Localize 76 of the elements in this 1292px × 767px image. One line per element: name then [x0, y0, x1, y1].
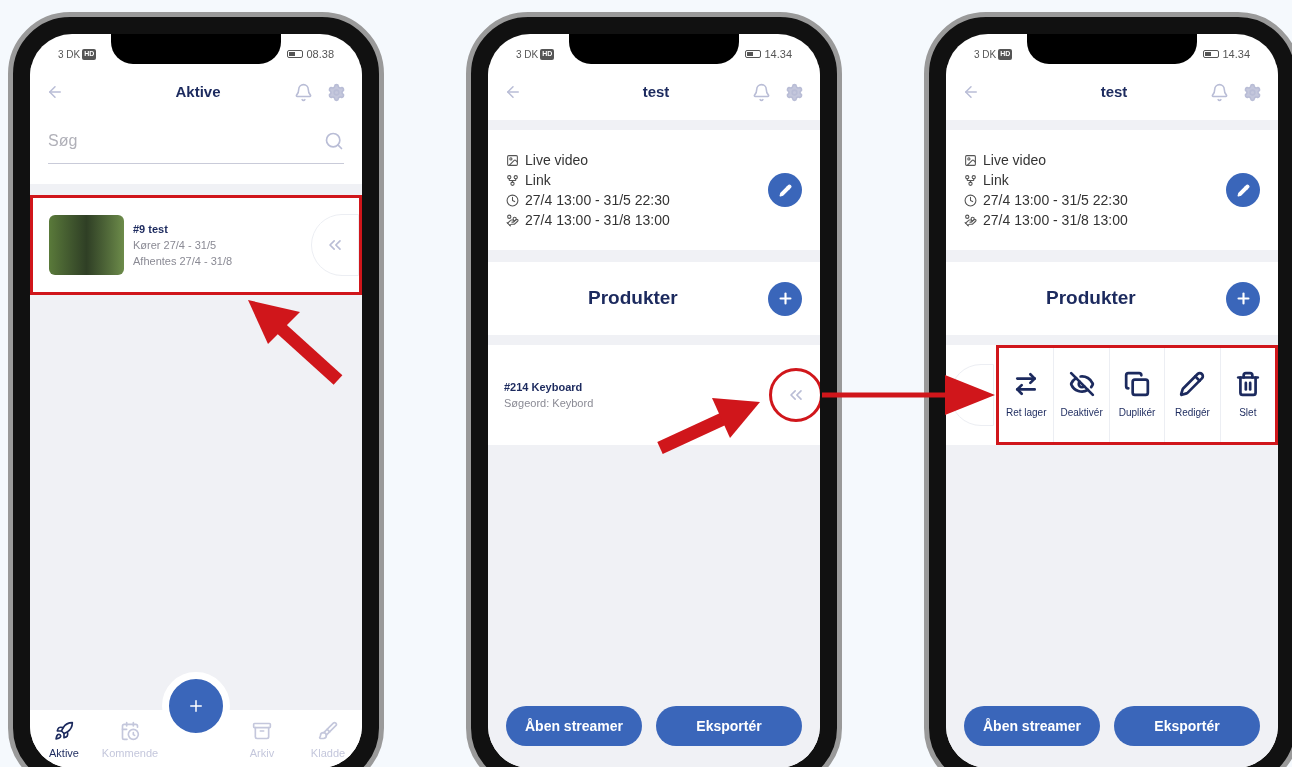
edit-button[interactable] — [768, 173, 802, 207]
info-text: Live video — [525, 150, 589, 170]
clock-time: 14.34 — [764, 46, 792, 62]
edit-button[interactable] — [1226, 173, 1260, 207]
delete-icon — [1234, 370, 1261, 397]
product-keywords: Søgeord: Keybord — [504, 396, 594, 411]
carrier-text: 3 DK — [974, 48, 997, 62]
info-text: 27/4 13:00 - 31/5 22:30 — [983, 190, 1128, 210]
add-button[interactable] — [768, 281, 802, 316]
link-icon — [964, 173, 977, 187]
plus-icon — [776, 290, 794, 307]
info-text: Link — [983, 170, 1009, 190]
bell-icon[interactable] — [1210, 82, 1229, 102]
screen-title: Aktive — [175, 81, 221, 102]
brush-icon — [318, 720, 338, 741]
rocket-icon — [54, 720, 74, 741]
section-title: Produkter — [588, 286, 678, 311]
archive-icon — [252, 720, 272, 741]
info-text: 27/4 13:00 - 31/8 13:00 — [983, 210, 1128, 230]
plus-icon — [1234, 290, 1252, 307]
calendar-icon — [120, 720, 140, 741]
screen-title: test — [642, 81, 670, 102]
pencil-icon — [1236, 183, 1250, 197]
bell-icon[interactable] — [294, 82, 313, 102]
section-title: Produkter — [1046, 286, 1136, 311]
screen-title: test — [1100, 81, 1128, 102]
period-icon — [964, 193, 977, 207]
action-pill-button[interactable]: Åben streamer — [964, 706, 1100, 746]
action-button[interactable]: Deaktivér — [1054, 348, 1110, 442]
bell-icon[interactable] — [752, 82, 771, 102]
swipe-handle[interactable] — [769, 368, 820, 422]
search-icon — [324, 130, 344, 151]
action-button[interactable]: Ret lager — [999, 348, 1055, 442]
carrier-text: 3 DK — [516, 48, 539, 62]
event-title: #9 test — [133, 221, 169, 237]
info-text: 27/4 13:00 - 31/5 22:30 — [525, 190, 670, 210]
clock-time: 08.38 — [306, 46, 334, 62]
edit-icon — [1179, 370, 1206, 397]
battery-icon — [287, 49, 304, 58]
info-text: Live video — [983, 150, 1047, 170]
action-pill-button[interactable]: Eksportér — [656, 706, 802, 746]
settings-icon[interactable] — [327, 82, 346, 102]
back-icon[interactable] — [504, 83, 522, 101]
search-field[interactable]: Søg — [48, 128, 248, 153]
plus-icon — [187, 697, 205, 715]
battery-icon — [745, 49, 762, 58]
add-button[interactable] — [1226, 281, 1260, 316]
copy-icon — [1124, 370, 1150, 397]
clock-time: 14.34 — [1222, 46, 1250, 62]
event-dates: Afhentes 27/4 - 31/8 — [133, 254, 234, 270]
action-button[interactable]: Slet — [1220, 348, 1276, 442]
back-icon[interactable] — [46, 83, 64, 101]
info-text: Link — [525, 170, 551, 190]
battery-icon — [1203, 49, 1220, 58]
event-card[interactable]: #9 test Kører 27/4 - 31/5 Afhentes 27/4 - 31/8 — [30, 195, 362, 295]
video-icon — [964, 153, 977, 167]
nav-tab[interactable]: Aktive — [34, 720, 94, 762]
carrier-text: 3 DK — [58, 48, 81, 62]
product-card[interactable]: #214 Keyboard Søgeord: Keybord — [488, 345, 820, 445]
settings-icon[interactable] — [1243, 82, 1262, 102]
action-pill-button[interactable]: Eksportér — [1114, 706, 1260, 746]
info-text: 27/4 13:00 - 31/8 13:00 — [525, 210, 670, 230]
pencil-icon — [778, 183, 792, 197]
settings-icon[interactable] — [785, 82, 804, 102]
period-icon — [506, 193, 519, 207]
action-pill-button[interactable]: Åben streamer — [506, 706, 642, 746]
pickup-icon — [964, 213, 977, 227]
action-button[interactable]: Redigér — [1165, 348, 1221, 442]
event-dates: Kører 27/4 - 31/5 — [133, 238, 218, 254]
video-icon — [506, 153, 519, 167]
pickup-icon — [506, 213, 519, 227]
action-button[interactable]: Duplikér — [1109, 348, 1166, 442]
back-icon[interactable] — [962, 83, 980, 101]
link-icon — [506, 173, 519, 187]
hide-icon — [1068, 370, 1095, 397]
product-title: #214 Keyboard — [504, 379, 584, 395]
